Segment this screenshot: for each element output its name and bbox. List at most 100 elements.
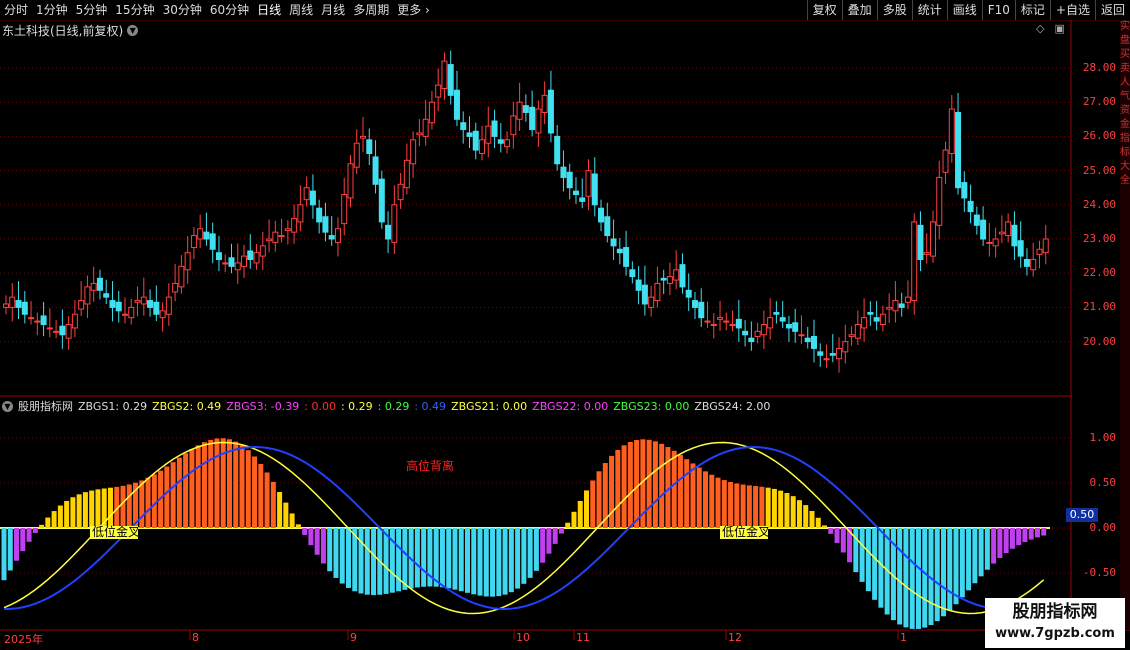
- candle-body: [1023, 259, 1030, 267]
- price-tick: 28.00: [1082, 61, 1116, 74]
- strip-char: 卖: [1120, 63, 1130, 74]
- indicator-bar: [659, 443, 665, 528]
- candle-body: [748, 337, 755, 343]
- candle-body: [109, 300, 116, 308]
- indicator-tick: 1.00: [1089, 431, 1117, 444]
- indicator-bar: [32, 528, 38, 533]
- candle-body: [334, 228, 341, 243]
- strip-char: 资: [1120, 105, 1130, 116]
- candle-body: [366, 139, 373, 155]
- candle-body: [986, 241, 993, 244]
- candle-body: [529, 106, 536, 131]
- candle-body: [691, 300, 698, 308]
- indicator-bar: [70, 497, 76, 528]
- chevron-down-icon[interactable]: ▼: [2, 400, 13, 412]
- indicator-bar: [584, 490, 590, 528]
- candle-body: [84, 286, 91, 305]
- indicator-bar: [289, 513, 295, 528]
- indicator-bar: [840, 528, 846, 553]
- indicator-bar: [270, 481, 276, 528]
- candle-body: [466, 132, 473, 137]
- indicator-bar: [57, 505, 63, 528]
- price-axis: 28.00 27.00 26.00 25.00 24.00 23.00 22.00 21.00…: [1072, 20, 1120, 396]
- strip-char: 指: [1120, 133, 1130, 144]
- candle-body: [316, 207, 323, 223]
- indicator-bar: [972, 528, 978, 584]
- legend-item: ZBGS3: -0.39: [226, 399, 300, 413]
- indicator-bar: [1003, 528, 1009, 554]
- indicator-bar: [446, 528, 452, 589]
- candle-body: [222, 262, 229, 265]
- indicator-bar: [621, 445, 627, 528]
- candle-body: [572, 190, 579, 196]
- candle-body: [453, 89, 460, 120]
- indicator-bar: [634, 440, 640, 528]
- indicator-bar: [978, 528, 984, 577]
- indicator-bar: [922, 528, 928, 628]
- indicator-bar: [502, 528, 508, 595]
- candle-body: [184, 252, 191, 271]
- chart-canvas[interactable]: 低位金叉 低位金叉 高位背离: [0, 0, 1130, 650]
- strip-char: 盘: [1120, 35, 1130, 46]
- indicator-bar: [421, 528, 427, 587]
- price-tick: 26.00: [1082, 129, 1116, 143]
- candle-body: [861, 317, 868, 329]
- indicator-bar: [571, 511, 577, 528]
- time-label: 12: [728, 631, 742, 644]
- candle-body: [917, 224, 924, 261]
- candle-body: [78, 300, 85, 310]
- indicator-bar: [565, 522, 571, 528]
- candle-body: [717, 317, 724, 320]
- candle-body: [767, 317, 774, 329]
- price-tick: 27.00: [1082, 95, 1116, 109]
- indicator-bar: [872, 528, 878, 600]
- candle-body: [729, 324, 736, 326]
- candle-body: [792, 322, 799, 332]
- indicator-bar: [652, 441, 658, 528]
- indicator-bar: [45, 517, 51, 528]
- indicator-bar: [358, 528, 364, 594]
- indicator-bar: [239, 445, 245, 528]
- candle-body: [867, 312, 874, 315]
- indicator-name: 股朋指标网: [18, 400, 73, 413]
- candle-body: [980, 219, 987, 240]
- indicator-bar: [439, 528, 445, 588]
- candle-body: [1036, 248, 1043, 255]
- candle-body: [823, 358, 830, 361]
- candle-body: [441, 60, 448, 90]
- candle-body: [266, 238, 273, 242]
- candle-body: [347, 163, 354, 199]
- candle-body: [704, 320, 711, 323]
- candle-body: [15, 300, 22, 308]
- indicator-bar: [176, 457, 182, 528]
- candle-body: [785, 324, 792, 329]
- candle-body: [535, 108, 542, 134]
- candle-body: [234, 262, 241, 271]
- candle-body: [547, 89, 554, 134]
- candle-body: [654, 282, 661, 302]
- indicator-bar: [264, 472, 270, 528]
- indicator-bar: [414, 528, 420, 588]
- candle-body: [585, 170, 592, 197]
- indicator-bar: [383, 528, 389, 594]
- indicator-bar: [859, 528, 865, 582]
- current-value-badge: 0.50: [1066, 508, 1098, 522]
- indicator-bar: [333, 528, 339, 578]
- candle-body: [1011, 224, 1018, 247]
- indicator-bar: [126, 484, 132, 528]
- indicator-bar: [452, 528, 458, 590]
- indicator-bar: [26, 528, 32, 542]
- indicator-bar: [151, 474, 157, 528]
- indicator-bar: [909, 528, 915, 629]
- candle-body: [854, 324, 861, 339]
- candle-body: [760, 324, 767, 336]
- candle-body: [679, 264, 686, 288]
- indicator-bar: [464, 528, 470, 593]
- price-tick: 25.00: [1082, 163, 1116, 177]
- indicator-bar: [245, 450, 251, 528]
- indicator-bar: [715, 477, 721, 528]
- indicator-bar: [145, 477, 151, 528]
- candle-body: [28, 317, 35, 320]
- indicator-bar: [609, 455, 615, 528]
- strip-char: 标: [1120, 147, 1130, 158]
